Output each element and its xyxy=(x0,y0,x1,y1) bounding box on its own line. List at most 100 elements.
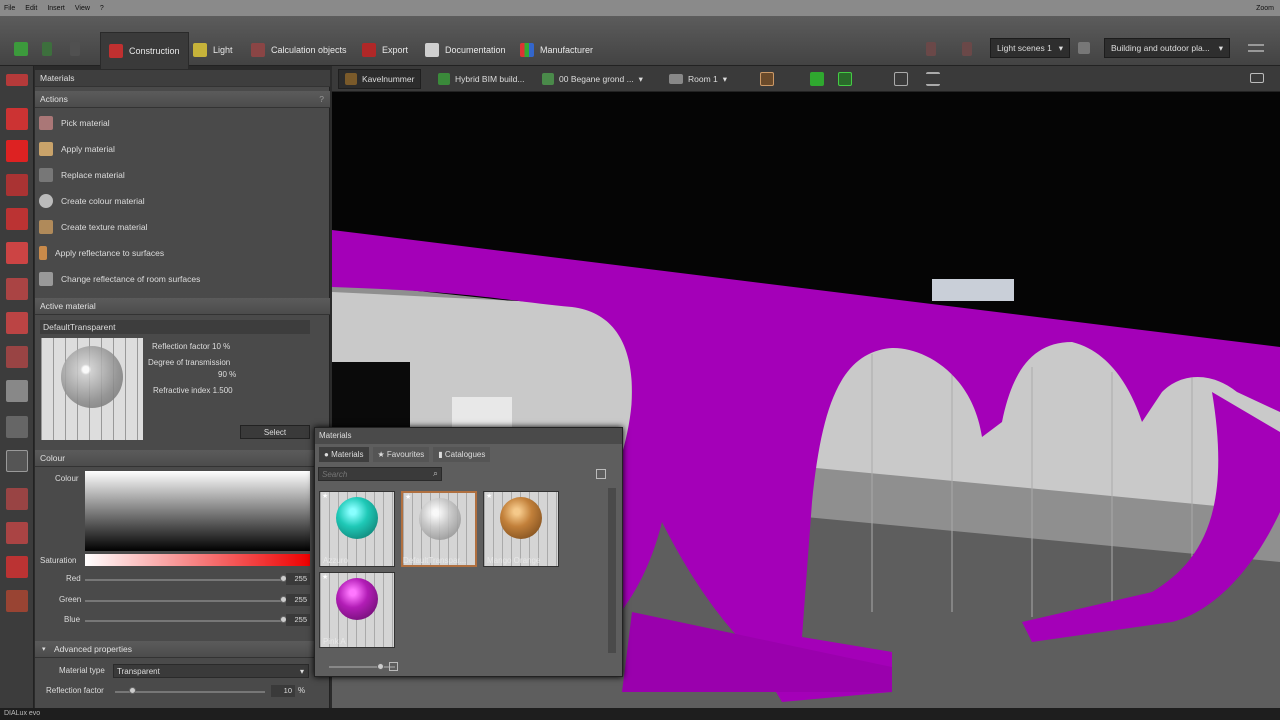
3d-view-icon[interactable] xyxy=(810,72,824,86)
reflection-factor-slider[interactable] xyxy=(115,691,265,693)
measure-view-icon[interactable] xyxy=(926,72,940,86)
cut-icon[interactable] xyxy=(6,488,28,510)
chevron-down-icon: ▾ xyxy=(1058,42,1063,53)
monitor-icon[interactable] xyxy=(1078,42,1090,54)
table-icon[interactable] xyxy=(6,416,28,438)
section-icon[interactable] xyxy=(6,556,28,578)
door-icon[interactable] xyxy=(6,278,28,300)
menu-view[interactable]: View xyxy=(75,5,90,12)
reflection-factor-value[interactable]: 10 xyxy=(271,685,295,697)
measure-icon[interactable] xyxy=(6,522,28,544)
red-slider[interactable] xyxy=(85,579,283,581)
tab-light[interactable]: Light xyxy=(193,41,233,59)
material-sphere xyxy=(500,497,542,539)
plan-view-icon[interactable] xyxy=(838,72,852,86)
action-apply-reflectance[interactable]: Apply reflectance to surfaces xyxy=(39,241,164,265)
action-change-room-reflectance[interactable]: Change reflectance of room surfaces xyxy=(39,267,200,291)
star-icon[interactable]: ★ xyxy=(486,492,492,500)
blue-slider[interactable] xyxy=(85,620,283,622)
arrange-icon[interactable] xyxy=(6,590,28,612)
action-pick-material[interactable]: Pick material xyxy=(39,111,110,135)
status-text: DIALux evo xyxy=(4,710,41,717)
site-tab-icon xyxy=(345,73,357,85)
replace-icon xyxy=(39,168,53,182)
thumb-size-knob[interactable] xyxy=(377,663,384,670)
active-material-name[interactable]: DefaultTransparent xyxy=(40,320,310,334)
site-icon[interactable] xyxy=(6,74,28,86)
popup-title: Materials xyxy=(315,428,622,444)
material-sphere xyxy=(336,497,378,539)
collapse-icon: ▾ xyxy=(42,646,46,653)
material-label: Pink A xyxy=(323,637,346,646)
tab-building[interactable]: Hybrid BIM build... xyxy=(432,69,530,89)
scene-type-select[interactable]: Building and outdoor pla... ▾ xyxy=(1104,38,1230,58)
action-apply-material[interactable]: Apply material xyxy=(39,137,115,161)
storey-icon[interactable] xyxy=(6,140,28,162)
fit-view-icon[interactable] xyxy=(894,72,908,86)
building-icon[interactable] xyxy=(6,108,28,130)
tab-documentation[interactable]: Documentation xyxy=(425,41,506,59)
tab-room[interactable]: Room 1 ▾ xyxy=(663,69,733,89)
redo-icon[interactable] xyxy=(70,42,80,56)
green-value[interactable]: 255 xyxy=(286,594,310,606)
action-replace-material[interactable]: Replace material xyxy=(39,163,125,187)
red-value[interactable]: 255 xyxy=(286,573,310,585)
reflection-factor-knob[interactable] xyxy=(129,687,136,694)
advanced-properties-header[interactable]: ▾ Advanced properties xyxy=(35,641,330,658)
zoom-label[interactable]: Zoom xyxy=(1256,5,1280,12)
room-icon[interactable] xyxy=(6,174,28,196)
large-thumb-icon[interactable] xyxy=(389,662,398,671)
chevron-down-icon: ▾ xyxy=(299,667,304,676)
light-scenes-select[interactable]: Light scenes 1 ▾ xyxy=(990,38,1070,58)
materials-popup: Materials ● Materials ★ Favourites ▮ Cat… xyxy=(314,427,623,677)
tab-favourites[interactable]: ★ Favourites xyxy=(372,447,430,462)
help-icon[interactable]: ? xyxy=(319,91,324,108)
light-control-icon[interactable] xyxy=(926,42,936,56)
texture-icon xyxy=(39,220,53,234)
green-slider[interactable] xyxy=(85,600,283,602)
select-button[interactable]: Select xyxy=(240,425,310,439)
colour-picker[interactable] xyxy=(85,471,310,551)
search-input[interactable] xyxy=(319,468,423,480)
preview-sphere xyxy=(61,346,123,408)
tab-construction[interactable]: Construction xyxy=(100,32,189,70)
wall-icon[interactable] xyxy=(6,208,28,230)
toolbar-menu-icon[interactable] xyxy=(1248,44,1264,52)
fullscreen-icon[interactable] xyxy=(1250,73,1264,83)
tab-materials[interactable]: ● Materials xyxy=(319,447,369,462)
furniture-icon[interactable] xyxy=(6,380,28,402)
catalogue-icon: ▮ xyxy=(438,450,445,459)
popup-scrollbar[interactable] xyxy=(608,488,616,653)
stairs-icon[interactable] xyxy=(6,346,28,368)
action-create-colour-material[interactable]: Create colour material xyxy=(39,189,145,213)
tab-calculation-objects[interactable]: Calculation objects xyxy=(251,41,347,59)
undo-icon[interactable] xyxy=(42,42,52,56)
materials-icon[interactable] xyxy=(6,450,28,472)
star-icon[interactable]: ★ xyxy=(405,493,411,501)
search-field[interactable]: ⌕ xyxy=(318,467,442,481)
saturation-slider[interactable] xyxy=(85,554,310,566)
roof-icon[interactable] xyxy=(6,312,28,334)
reflection-factor-label: Reflection factor xyxy=(46,686,104,695)
light-off-icon[interactable] xyxy=(962,42,972,56)
opening-icon[interactable] xyxy=(6,242,28,264)
tab-manufacturer[interactable]: Manufacturer xyxy=(520,41,593,59)
view-mode-icon[interactable] xyxy=(760,72,774,86)
view-toggle-icon[interactable] xyxy=(596,469,606,479)
menu-edit[interactable]: Edit xyxy=(25,5,37,12)
material-type-select[interactable]: Transparent ▾ xyxy=(113,664,309,678)
star-icon[interactable]: ★ xyxy=(322,573,328,581)
menu-file[interactable]: File xyxy=(4,5,15,12)
menu-insert[interactable]: Insert xyxy=(47,5,65,12)
tab-kavelnummer[interactable]: Kavelnummer xyxy=(338,69,422,89)
tab-export[interactable]: Export xyxy=(362,41,408,59)
star-icon[interactable]: ★ xyxy=(322,492,328,500)
thumb-size-slider[interactable] xyxy=(329,666,395,668)
chevron-down-icon: ▾ xyxy=(638,73,643,84)
action-create-texture-material[interactable]: Create texture material xyxy=(39,215,147,239)
save-icon[interactable] xyxy=(14,42,28,56)
menu-help[interactable]: ? xyxy=(100,5,104,12)
blue-value[interactable]: 255 xyxy=(286,614,310,626)
tab-storey[interactable]: 00 Begane grond ... ▾ xyxy=(536,69,649,89)
tab-catalogues[interactable]: ▮ Catalogues xyxy=(433,447,491,462)
